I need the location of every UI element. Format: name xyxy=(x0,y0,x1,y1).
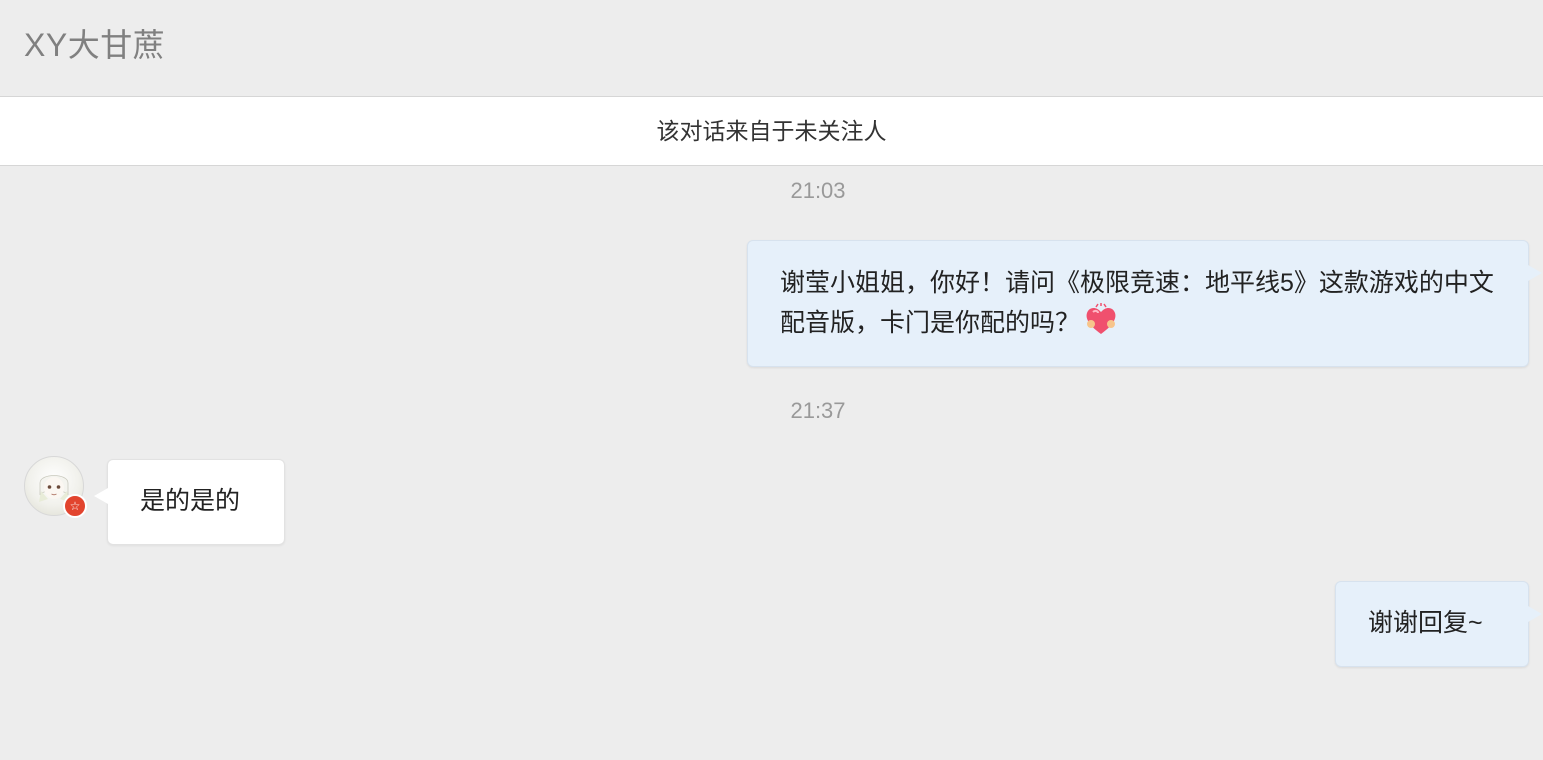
contact-name[interactable]: XY大甘蔗 xyxy=(24,24,165,66)
message-timestamp: 21:03 xyxy=(790,178,846,203)
stranger-notice-banner: 该对话来自于未关注人 xyxy=(0,97,1543,166)
outgoing-message-bubble[interactable]: 谢谢回复~ xyxy=(1335,581,1542,667)
message-text: 谢莹小姐姐，你好！请问《极限竞速：地平线5》这款游戏的中文配音版，卡门是你配的吗… xyxy=(780,269,1494,337)
incoming-message-bubble[interactable]: 是的是的 xyxy=(94,459,285,545)
bubble-tail xyxy=(94,488,108,504)
bubble-tail xyxy=(1528,265,1542,281)
message-list[interactable]: 21:03 谢莹小姐姐，你好！请问《极限竞速：地平线5》这款游戏的中文配音版，卡… xyxy=(0,166,1543,760)
message-text: 是的是的 xyxy=(140,487,241,515)
message-text: 谢谢回复~ xyxy=(1368,609,1483,637)
chat-header: XY大甘蔗 xyxy=(0,0,1543,97)
bubble-tail xyxy=(1528,606,1542,622)
message-timestamp: 21:37 xyxy=(790,398,846,423)
heart-hugging-emoji-icon xyxy=(1084,303,1118,337)
star-badge-icon: ☆ xyxy=(63,494,87,518)
avatar[interactable]: ☆ xyxy=(24,456,87,518)
outgoing-message-bubble[interactable]: 谢莹小姐姐，你好！请问《极限竞速：地平线5》这款游戏的中文配音版，卡门是你配的吗… xyxy=(747,240,1542,367)
